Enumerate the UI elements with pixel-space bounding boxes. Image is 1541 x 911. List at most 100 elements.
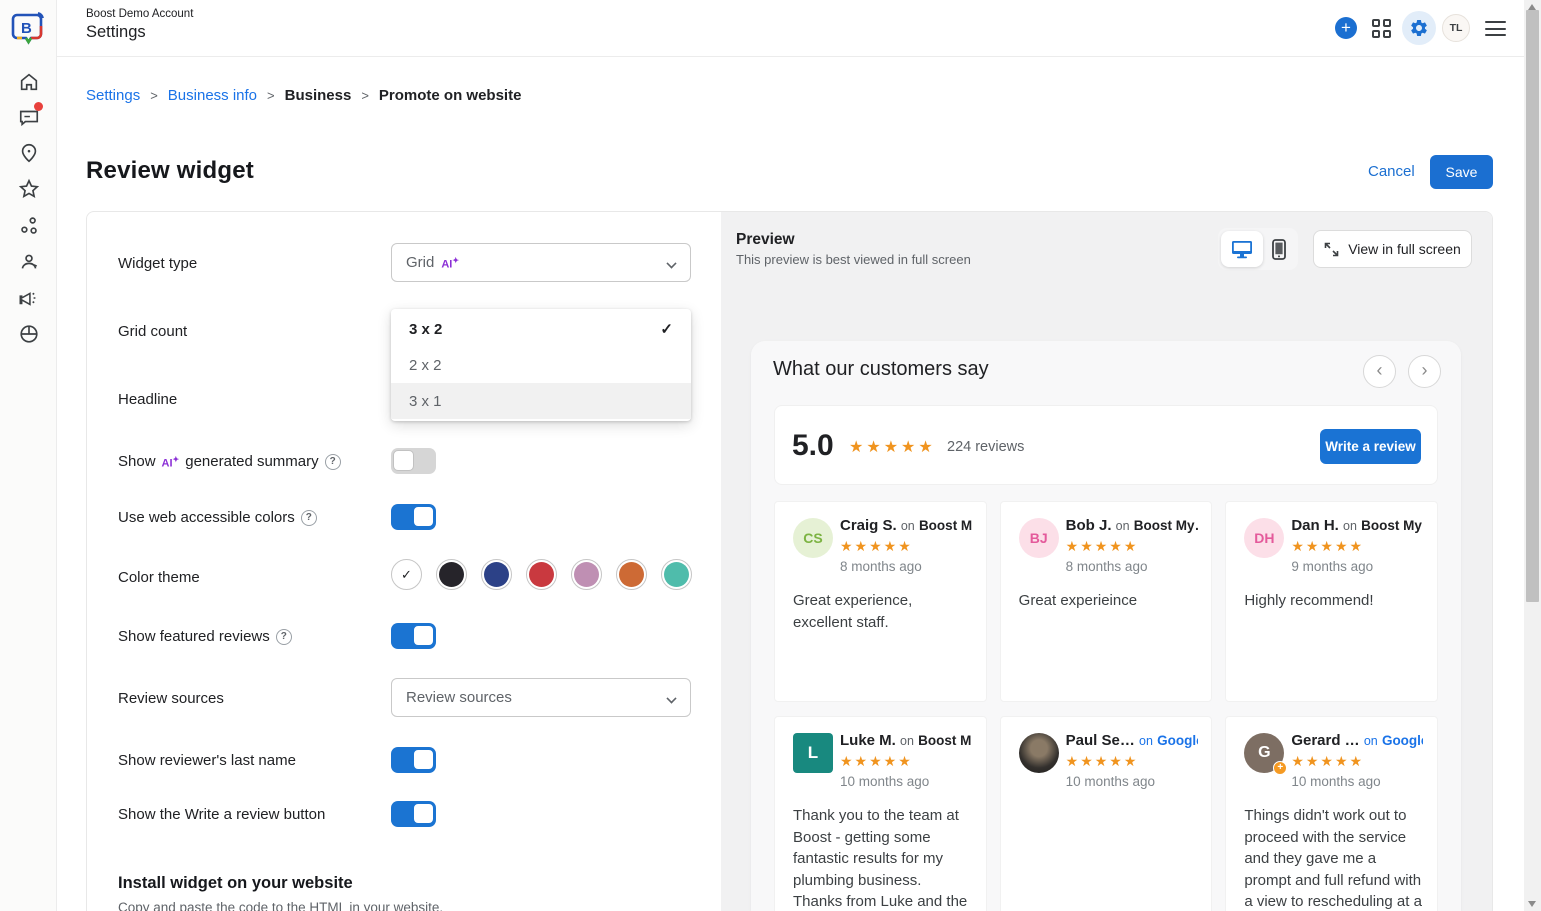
- home-icon[interactable]: [18, 71, 40, 93]
- reviewer-name: Bob J.: [1066, 517, 1112, 534]
- web-accessible-colors-label: Use web accessible colors ?: [118, 509, 317, 526]
- menu-item-3x1[interactable]: 3 x 1: [391, 383, 691, 419]
- average-rating: 5.0: [792, 429, 834, 463]
- chevron-down-icon: [666, 693, 676, 703]
- avatar: L: [793, 733, 833, 773]
- show-last-name-label: Show reviewer's last name: [118, 752, 296, 769]
- review-widget-card: Widget type Grid AI✦ Grid count 3 x 2 ✓ …: [86, 211, 1493, 911]
- review-time: 8 months ago: [1066, 559, 1148, 574]
- review-card: Paul Se… on Google ★★★★★ 10 months ago: [1000, 716, 1213, 911]
- scrollbar[interactable]: [1524, 0, 1541, 911]
- review-source: Boost My…: [919, 518, 972, 533]
- svg-text:B: B: [21, 20, 32, 37]
- breadcrumb-business[interactable]: Business: [285, 87, 352, 104]
- check-icon: ✓: [660, 320, 673, 338]
- color-swatch-orange[interactable]: [616, 559, 647, 590]
- color-theme-label: Color theme: [118, 569, 200, 586]
- widget-preview: What our customers say ‹ › 5.0 ★★★★★ 224…: [751, 341, 1461, 911]
- widget-type-value: Grid: [406, 254, 434, 271]
- write-review-button[interactable]: Write a review: [1320, 429, 1421, 464]
- preview-pane: Preview This preview is best viewed in f…: [721, 212, 1493, 911]
- desktop-icon: [1231, 240, 1253, 259]
- breadcrumb-separator: >: [150, 88, 158, 103]
- settings-gear-button[interactable]: [1402, 11, 1436, 45]
- review-source: Boost M…: [918, 733, 972, 748]
- breadcrumb-business-info[interactable]: Business info: [168, 87, 257, 104]
- scroll-down-arrow[interactable]: [1528, 901, 1536, 907]
- reviewer-name: Craig S.: [840, 517, 897, 534]
- grid-count-label: Grid count: [118, 323, 187, 340]
- save-button[interactable]: Save: [1430, 155, 1493, 189]
- connections-icon[interactable]: [18, 215, 40, 237]
- help-icon[interactable]: ?: [325, 454, 341, 470]
- desktop-view-button[interactable]: [1221, 231, 1263, 267]
- rating-summary-card: 5.0 ★★★★★ 224 reviews Write a review: [774, 405, 1438, 485]
- marketing-icon[interactable]: [18, 287, 40, 309]
- add-button[interactable]: +: [1335, 17, 1357, 39]
- carousel-prev-button[interactable]: ‹: [1363, 355, 1396, 388]
- breadcrumb-settings[interactable]: Settings: [86, 87, 140, 104]
- show-ai-summary-toggle[interactable]: [391, 448, 436, 474]
- review-text: Thank you to the team at Boost - getting…: [793, 805, 972, 911]
- show-write-button-toggle[interactable]: [391, 801, 436, 827]
- review-text: Highly recommend!: [1244, 590, 1423, 612]
- preview-subtitle: This preview is best viewed in full scre…: [736, 252, 971, 267]
- cancel-button[interactable]: Cancel: [1368, 163, 1415, 180]
- avatar: G+: [1244, 733, 1284, 773]
- view-fullscreen-button[interactable]: View in full screen: [1313, 230, 1472, 268]
- reviewer-name: Dan H.: [1291, 517, 1339, 534]
- review-sources-select[interactable]: Review sources: [391, 678, 691, 717]
- show-featured-toggle[interactable]: [391, 623, 436, 649]
- messages-icon[interactable]: [18, 106, 40, 128]
- chevron-right-icon: ›: [1422, 360, 1428, 381]
- app-root: B Boost Demo Account Settin: [0, 0, 1541, 911]
- scrollbar-thumb[interactable]: [1526, 10, 1539, 602]
- menu-item-2x2[interactable]: 2 x 2: [391, 347, 691, 383]
- breadcrumb: Settings > Business info > Business > Pr…: [86, 87, 521, 104]
- web-accessible-colors-toggle[interactable]: [391, 504, 436, 530]
- review-time: 8 months ago: [840, 559, 922, 574]
- header-section-title: Settings: [86, 23, 146, 42]
- insights-icon[interactable]: [18, 323, 40, 345]
- headline-label: Headline: [118, 391, 177, 408]
- color-swatch-navy[interactable]: [481, 559, 512, 590]
- rating-stars: ★★★★★: [849, 437, 936, 457]
- apps-grid-icon[interactable]: [1372, 19, 1391, 38]
- expand-icon: [1324, 242, 1339, 257]
- top-header: Boost Demo Account Settings + TL: [57, 0, 1524, 57]
- local-guide-badge: +: [1273, 761, 1287, 775]
- avatar: CS: [793, 518, 833, 558]
- mobile-view-button[interactable]: [1263, 239, 1295, 260]
- review-sources-label: Review sources: [118, 690, 224, 707]
- review-time: 10 months ago: [840, 774, 929, 789]
- avatar-photo: [1019, 733, 1059, 773]
- user-avatar[interactable]: TL: [1442, 14, 1470, 42]
- reviews-count: 224 reviews: [947, 439, 1024, 455]
- install-widget-subtitle: Copy and paste the code to the HTML in y…: [118, 900, 443, 911]
- color-swatch-black[interactable]: [436, 559, 467, 590]
- device-toggle: [1218, 228, 1298, 270]
- review-time: 10 months ago: [1066, 774, 1155, 789]
- ai-icon: AI✦: [441, 256, 459, 271]
- show-last-name-toggle[interactable]: [391, 747, 436, 773]
- menu-item-3x2[interactable]: 3 x 2 ✓: [391, 311, 691, 347]
- review-stars: ★★★★★: [1066, 753, 1139, 770]
- reviews-star-icon[interactable]: [18, 178, 40, 200]
- carousel-next-button[interactable]: ›: [1408, 355, 1441, 388]
- color-swatch-mauve[interactable]: [571, 559, 602, 590]
- color-swatch-white-selected[interactable]: ✓: [391, 559, 422, 590]
- color-swatch-teal[interactable]: [661, 559, 692, 590]
- contacts-icon[interactable]: [18, 251, 40, 273]
- color-swatch-red[interactable]: [526, 559, 557, 590]
- help-icon[interactable]: ?: [276, 629, 292, 645]
- boost-logo[interactable]: B: [10, 9, 47, 46]
- review-text: Great experieince: [1019, 590, 1198, 612]
- location-icon[interactable]: [18, 142, 40, 164]
- widget-type-select[interactable]: Grid AI✦: [391, 243, 691, 282]
- install-widget-title: Install widget on your website: [118, 874, 353, 893]
- sidebar: B: [0, 0, 57, 911]
- review-card: L Luke M. on Boost M… ★★★★★ 10 months ag…: [774, 716, 987, 911]
- chevron-left-icon: ‹: [1377, 360, 1383, 381]
- hamburger-menu-icon[interactable]: [1485, 21, 1506, 36]
- help-icon[interactable]: ?: [301, 510, 317, 526]
